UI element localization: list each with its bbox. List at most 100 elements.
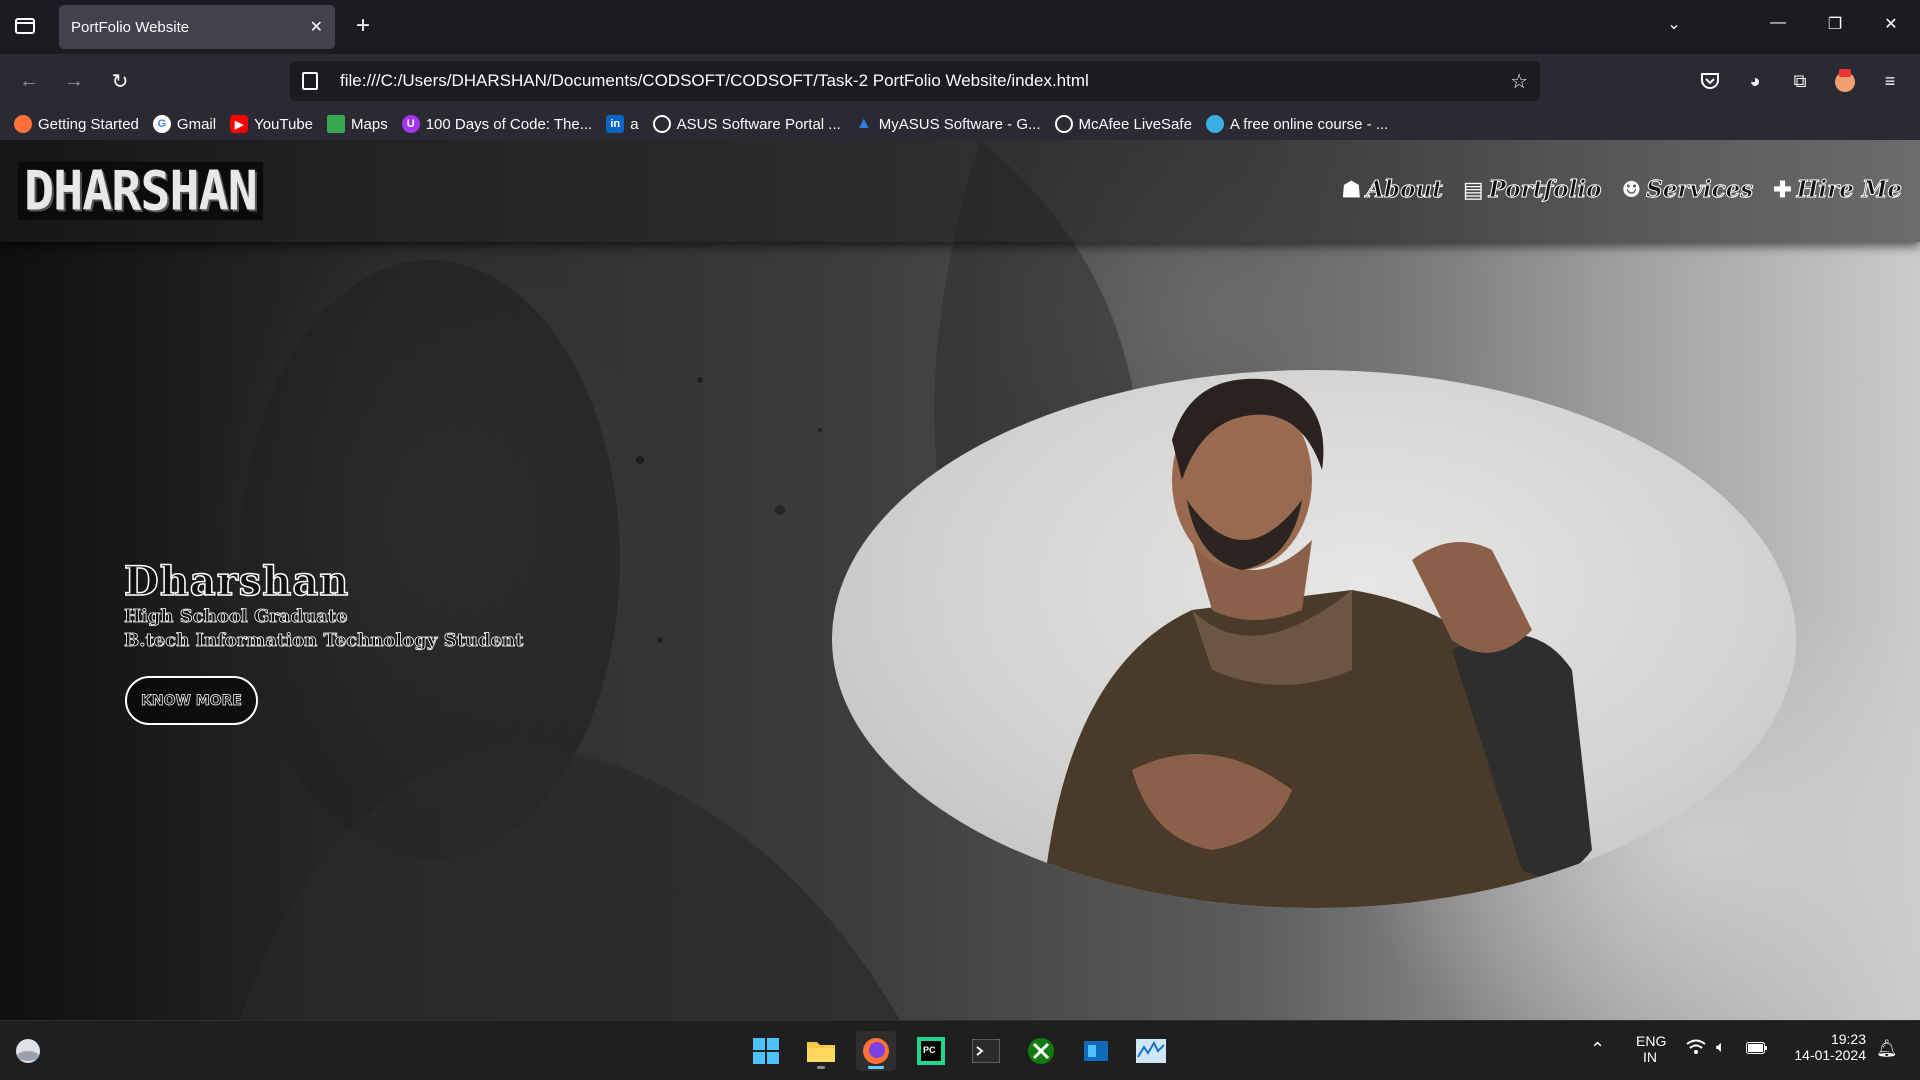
file-explorer-icon[interactable]: [801, 1031, 841, 1071]
resource-monitor-icon[interactable]: [1131, 1031, 1171, 1071]
users-icon: ☻: [1621, 176, 1642, 203]
tab-overflow-chevron-icon[interactable]: ⌄: [1661, 14, 1687, 34]
bookmark-label: A free online course - ...: [1229, 115, 1389, 133]
bookmark-star-icon[interactable]: ☆: [1510, 69, 1528, 94]
windows-taskbar: PC ⌃ ENG IN 🔈︎ 19:23 14-01-2024 🔔︎: [0, 1020, 1920, 1080]
bookmark-item[interactable]: A free online course - ...: [1205, 115, 1389, 133]
site-nav: ☗ About ▤ Portfolio ☻ Services ✚ Hire Me: [1341, 176, 1902, 204]
google-icon: G: [152, 115, 171, 133]
firefox-taskbar-icon[interactable]: [856, 1031, 896, 1071]
notification-bell-icon[interactable]: 🔔︎: [1876, 1039, 1898, 1059]
reload-icon[interactable]: ↻: [105, 66, 135, 96]
clock-date: 14-01-2024: [1794, 1047, 1866, 1063]
hero-text: Dharshan High School Graduate B.tech Inf…: [123, 557, 524, 653]
restore-icon[interactable]: ❐: [1822, 14, 1848, 34]
weather-widget-icon[interactable]: [8, 1031, 48, 1071]
start-windows-icon[interactable]: [746, 1031, 786, 1071]
portrait-illustration: [1042, 378, 1592, 908]
bookmark-label: McAfee LiveSafe: [1078, 115, 1192, 133]
site-header: DHARSHAN ☗ About ▤ Portfolio ☻ Services ✚ Hi…: [0, 140, 1920, 242]
clock-time: 19:23: [1830, 1031, 1866, 1047]
bookmark-item[interactable]: ▶ YouTube: [230, 115, 313, 133]
minimize-icon[interactable]: —: [1765, 14, 1791, 32]
bookmark-item[interactable]: Maps: [327, 115, 388, 133]
bookmark-item[interactable]: ASUS Software Portal ...: [652, 115, 841, 133]
user-plus-icon: ✚: [1773, 176, 1792, 203]
course-icon: [1205, 115, 1224, 133]
bookmark-item[interactable]: in a: [606, 115, 639, 133]
bookmark-item[interactable]: ▲ MyASUS Software - G...: [855, 115, 1041, 133]
language-indicator[interactable]: ENG IN: [1636, 1033, 1667, 1065]
youtube-icon: ▶: [230, 115, 249, 133]
hero-subtitle-1: High School Graduate: [124, 606, 348, 628]
pycharm-icon[interactable]: PC: [911, 1031, 951, 1071]
tab-list-icon[interactable]: [12, 13, 38, 39]
pocket-icon[interactable]: [1695, 66, 1725, 96]
url-text[interactable]: file:///C:/Users/DHARSHAN/Documents/CODS…: [340, 71, 1510, 91]
region-label: IN: [1643, 1049, 1657, 1065]
myasus-icon: ▲: [855, 115, 872, 132]
address-bar[interactable]: file:///C:/Users/DHARSHAN/Documents/CODS…: [290, 61, 1540, 101]
language-label: ENG: [1636, 1033, 1667, 1049]
know-more-button[interactable]: KNOW MORE: [125, 676, 258, 725]
tab-title: PortFolio Website: [71, 18, 190, 36]
bookmark-label: MyASUS Software - G...: [878, 115, 1041, 133]
linkedin-icon: in: [606, 115, 625, 133]
bookmark-label: Getting Started: [38, 115, 139, 133]
new-tab-icon[interactable]: +: [350, 13, 376, 39]
bookmark-item[interactable]: U 100 Days of Code: The...: [401, 115, 593, 133]
bookmark-label: Gmail: [176, 115, 217, 133]
nav-label: Services: [1646, 176, 1754, 204]
xbox-icon[interactable]: [1021, 1031, 1061, 1071]
bookmark-item[interactable]: Getting Started: [14, 115, 139, 133]
bookmark-item[interactable]: McAfee LiveSafe: [1054, 115, 1192, 133]
portfolio-page: DHARSHAN ☗ About ▤ Portfolio ☻ Services ✚ Hi…: [0, 140, 1920, 1020]
browser-nav-bar: ← → ↻ file:///C:/Users/DHARSHAN/Document…: [0, 54, 1920, 108]
bookmark-item[interactable]: G Gmail: [152, 115, 217, 133]
id-card-icon: ▤: [1462, 176, 1484, 203]
close-tab-icon[interactable]: ✕: [310, 17, 323, 37]
forward-arrow-icon[interactable]: →: [59, 66, 89, 96]
bookmark-label: 100 Days of Code: The...: [425, 115, 593, 133]
udemy-icon: U: [401, 115, 420, 133]
nav-services[interactable]: ☻ Services: [1621, 176, 1754, 204]
svg-text:PC: PC: [923, 1045, 936, 1055]
person-icon: ☗: [1341, 176, 1362, 203]
browser-tab[interactable]: PortFolio Website ✕: [59, 5, 335, 49]
bookmark-label: Maps: [351, 115, 388, 133]
clock[interactable]: 19:23 14-01-2024: [1786, 1031, 1866, 1063]
nav-portfolio[interactable]: ▤ Portfolio: [1462, 176, 1602, 204]
app-menu-icon[interactable]: ≡: [1875, 66, 1905, 96]
active-indicator: [868, 1066, 884, 1069]
volume-icon[interactable]: 🔈︎: [1716, 1039, 1726, 1057]
firefox-icon: [14, 115, 32, 133]
hero-portrait-image: [832, 370, 1796, 908]
bookmark-label: ASUS Software Portal ...: [676, 115, 841, 133]
store-app-icon[interactable]: [1076, 1031, 1116, 1071]
back-arrow-icon[interactable]: ←: [14, 66, 44, 96]
tray-chevron-icon[interactable]: ⌃: [1590, 1039, 1605, 1060]
nav-hire-me[interactable]: ✚ Hire Me: [1773, 176, 1902, 204]
extensions-puzzle-icon[interactable]: ⧉: [1785, 66, 1815, 96]
page-icon: [302, 72, 318, 90]
nav-about[interactable]: ☗ About: [1341, 176, 1444, 204]
profile-avatar[interactable]: [1830, 66, 1860, 96]
bookmark-label: YouTube: [254, 115, 314, 133]
nav-label: Portfolio: [1488, 176, 1602, 204]
bookmarks-toolbar: Getting Started G Gmail ▶ YouTube Maps U 10…: [0, 108, 1920, 140]
browser-tab-bar: PortFolio Website ✕ + ⌄ — ❐ ✕: [0, 0, 1920, 54]
nav-label: Hire Me: [1796, 176, 1902, 204]
nav-label: About: [1366, 176, 1444, 204]
close-window-icon[interactable]: ✕: [1878, 14, 1904, 34]
hero-name: Dharshan: [123, 557, 350, 606]
terminal-icon[interactable]: [966, 1031, 1006, 1071]
globe-icon: [652, 115, 671, 133]
site-logo[interactable]: DHARSHAN: [18, 161, 263, 221]
wifi-icon[interactable]: [1686, 1039, 1706, 1060]
battery-icon[interactable]: [1746, 1041, 1768, 1057]
maps-icon: [327, 115, 346, 133]
bookmark-label: a: [630, 115, 639, 133]
running-indicator: [817, 1066, 825, 1069]
extension-ghost-icon[interactable]: ◕: [1740, 66, 1770, 96]
hero-subtitle-2: B.tech Information Technology Student: [124, 630, 524, 652]
